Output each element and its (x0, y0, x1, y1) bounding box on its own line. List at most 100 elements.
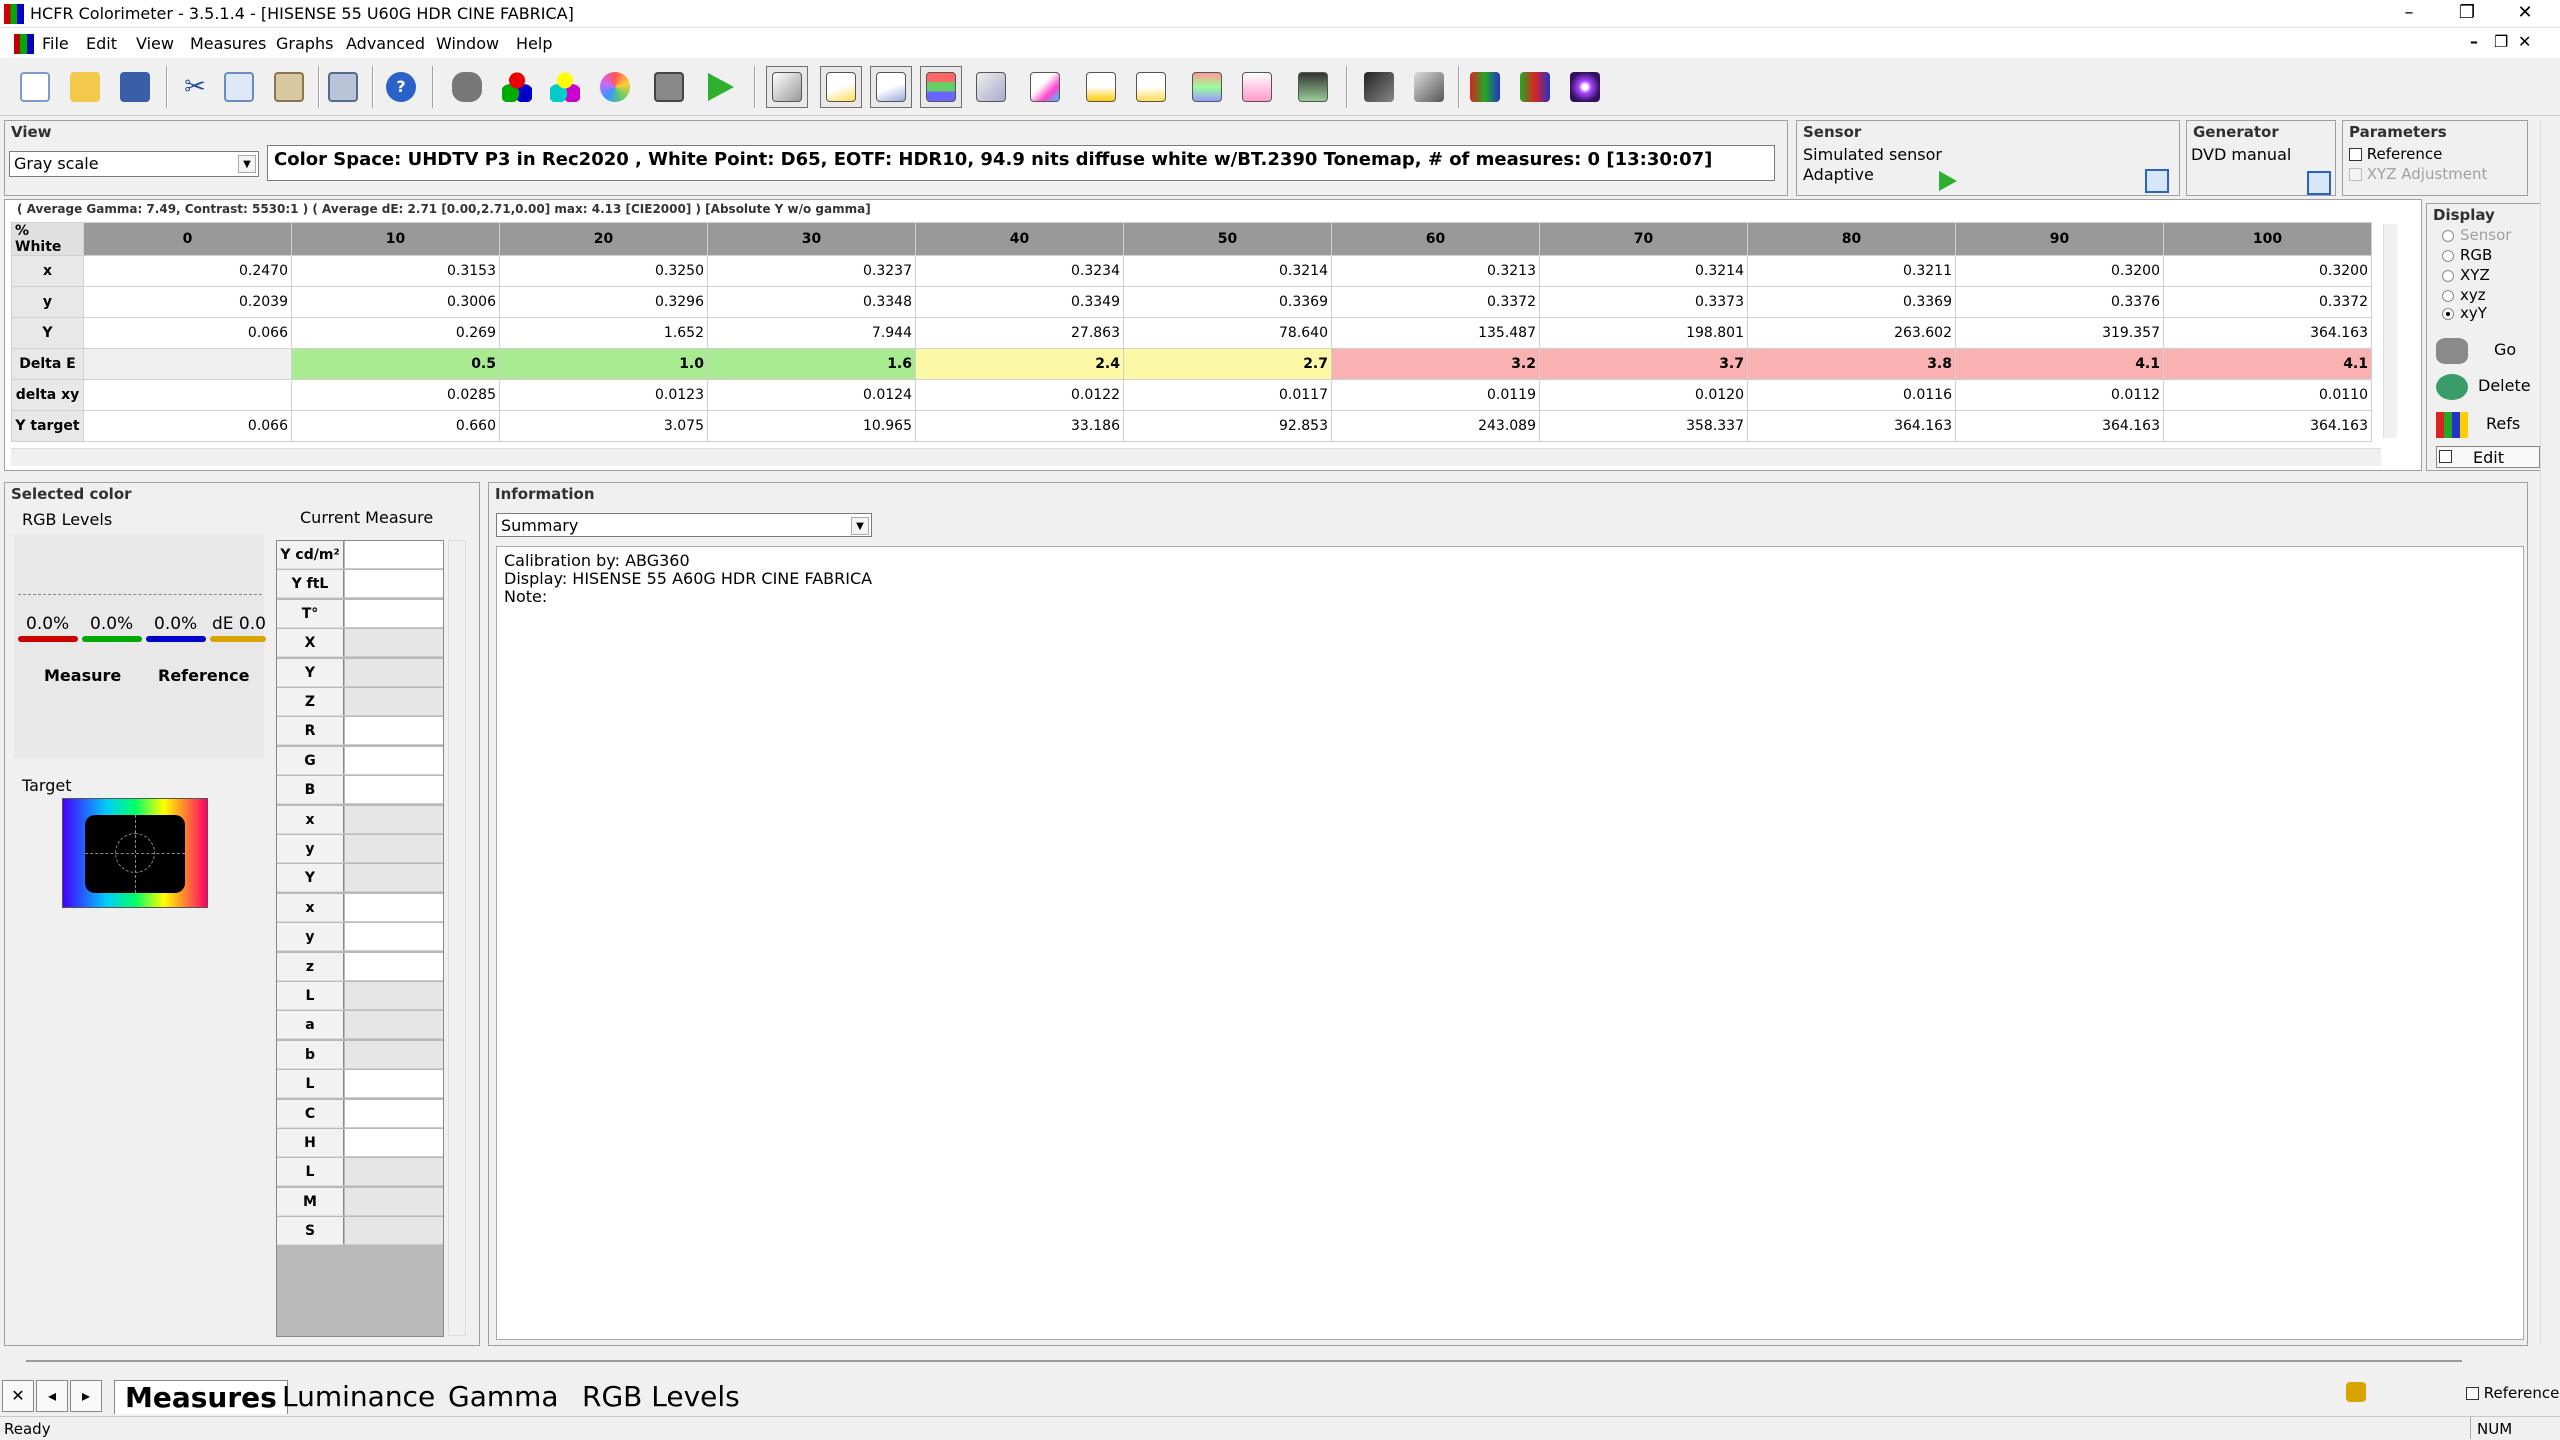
table-cell[interactable]: 0.3211 (1747, 255, 1956, 287)
new-file-icon[interactable] (14, 66, 56, 108)
table-cell[interactable]: 4.1 (2163, 348, 2372, 380)
rgb-levels-graph-icon[interactable] (920, 66, 962, 108)
color-temp-icon[interactable] (1024, 66, 1066, 108)
table-cell[interactable]: 0.3372 (2163, 286, 2372, 318)
table-cell[interactable]: 3.7 (1539, 348, 1748, 380)
table-cell[interactable]: 0.3348 (707, 286, 916, 318)
table-cell[interactable]: 0.3213 (1331, 255, 1540, 287)
edit-button[interactable]: Edit (2436, 446, 2540, 468)
table-cell[interactable]: 0.0116 (1747, 379, 1956, 411)
secondaries-icon[interactable] (544, 66, 586, 108)
delete-button[interactable]: Delete (2432, 370, 2542, 404)
column-header[interactable]: 90 (1955, 222, 2164, 256)
gray-scale-view-icon[interactable] (766, 66, 808, 108)
sensor-play-icon[interactable] (1939, 171, 1957, 191)
color-checker-icon[interactable] (594, 66, 636, 108)
rgb-film-2-icon[interactable] (1514, 66, 1556, 108)
display-option-xyy[interactable]: xyY (2442, 304, 2487, 322)
sensor-config-icon[interactable] (2145, 169, 2169, 193)
menu-graphs[interactable]: Graphs (276, 34, 333, 53)
measure-grid-scrollbar[interactable] (448, 540, 466, 1336)
camera-icon[interactable] (648, 66, 690, 108)
cut-icon[interactable]: ✂ (174, 66, 216, 108)
table-cell[interactable]: 0.3234 (915, 255, 1124, 287)
display-option-xyz-upper[interactable]: XYZ (2442, 266, 2490, 284)
view-mode-select[interactable]: Gray scale ▼ (9, 151, 259, 177)
help-icon[interactable]: ? (380, 66, 422, 108)
table-cell[interactable] (83, 379, 292, 411)
table-cell[interactable]: 0.2470 (83, 255, 292, 287)
table-cell[interactable] (83, 348, 292, 380)
column-header[interactable]: 70 (1539, 222, 1748, 256)
table-cell[interactable]: 2.4 (915, 348, 1124, 380)
rgb-primaries-icon[interactable] (496, 66, 538, 108)
table-cell[interactable]: 0.3200 (2163, 255, 2372, 287)
column-header[interactable]: 60 (1331, 222, 1540, 256)
tab-measures[interactable]: Measures (114, 1380, 288, 1414)
minimize-button[interactable]: – (2380, 0, 2438, 28)
saturation-icon[interactable] (1186, 66, 1228, 108)
menu-window[interactable]: Window (436, 34, 499, 53)
table-cell[interactable]: 10.965 (707, 410, 916, 442)
near-white-icon[interactable] (1130, 66, 1172, 108)
table-cell[interactable]: 0.3153 (291, 255, 500, 287)
table-cell[interactable]: 0.0119 (1331, 379, 1540, 411)
table-cell[interactable]: 92.853 (1123, 410, 1332, 442)
table-cell[interactable]: 0.3296 (499, 286, 708, 318)
column-header[interactable]: 20 (499, 222, 708, 256)
display-option-sensor[interactable]: Sensor (2442, 226, 2511, 244)
table-cell[interactable]: 135.487 (1331, 317, 1540, 349)
column-header[interactable]: 30 (707, 222, 916, 256)
table-cell[interactable]: 3.075 (499, 410, 708, 442)
menu-edit[interactable]: Edit (86, 34, 117, 53)
cie-diagram-icon[interactable] (970, 66, 1012, 108)
table-cell[interactable]: 0.0112 (1955, 379, 2164, 411)
table-cell[interactable]: 0.066 (83, 410, 292, 442)
column-header[interactable]: 0 (83, 222, 292, 256)
refs-button[interactable]: Refs (2432, 408, 2542, 442)
table-cell[interactable]: 263.602 (1747, 317, 1956, 349)
table-cell[interactable]: 364.163 (1747, 410, 1956, 442)
close-button[interactable]: ✕ (2496, 0, 2554, 28)
table-cell[interactable]: 0.2039 (83, 286, 292, 318)
table-cell[interactable]: 0.0124 (707, 379, 916, 411)
close-tab-icon[interactable]: ✕ (2, 1380, 34, 1412)
column-header[interactable]: 50 (1123, 222, 1332, 256)
tab-prev-icon[interactable]: ◂ (36, 1380, 68, 1412)
tab-next-icon[interactable]: ▸ (70, 1380, 102, 1412)
chevron-down-icon[interactable]: ▼ (851, 517, 869, 535)
table-cell[interactable]: 78.640 (1123, 317, 1332, 349)
print-icon[interactable] (322, 66, 364, 108)
table-cell[interactable]: 0.3214 (1539, 255, 1748, 287)
luminance-graph-icon[interactable] (820, 66, 862, 108)
column-header[interactable]: 10 (291, 222, 500, 256)
table-horizontal-scrollbar[interactable] (11, 448, 2381, 466)
badge-icon[interactable] (2346, 1382, 2366, 1402)
mdi-restore-button[interactable]: ❐ (2494, 32, 2508, 51)
column-header[interactable]: 80 (1747, 222, 1956, 256)
tab-gamma[interactable]: Gamma (438, 1380, 569, 1414)
table-cell[interactable]: 0.0285 (291, 379, 500, 411)
table-cell[interactable]: 0.0122 (915, 379, 1124, 411)
generator-config-icon[interactable] (2307, 171, 2331, 195)
table-cell[interactable]: 0.0117 (1123, 379, 1332, 411)
table-cell[interactable]: 0.269 (291, 317, 500, 349)
play-icon[interactable] (700, 66, 742, 108)
table-cell[interactable]: 243.089 (1331, 410, 1540, 442)
copy-icon[interactable] (218, 66, 260, 108)
table-cell[interactable]: 0.0123 (499, 379, 708, 411)
column-header[interactable]: 40 (915, 222, 1124, 256)
table-cell[interactable]: 0.5 (291, 348, 500, 380)
table-cell[interactable]: 0.660 (291, 410, 500, 442)
maximize-button[interactable]: ❐ (2438, 0, 2496, 28)
table-cell[interactable]: 7.944 (707, 317, 916, 349)
paste-icon[interactable] (268, 66, 310, 108)
open-folder-icon[interactable] (64, 66, 106, 108)
table-cell[interactable]: 0.3250 (499, 255, 708, 287)
table-cell[interactable]: 0.3237 (707, 255, 916, 287)
table-cell[interactable]: 3.8 (1747, 348, 1956, 380)
table-cell[interactable]: 0.3349 (915, 286, 1124, 318)
table-vertical-scrollbar[interactable] (2383, 224, 2397, 438)
mdi-minimize-button[interactable]: – (2470, 32, 2478, 51)
menu-help[interactable]: Help (516, 34, 552, 53)
